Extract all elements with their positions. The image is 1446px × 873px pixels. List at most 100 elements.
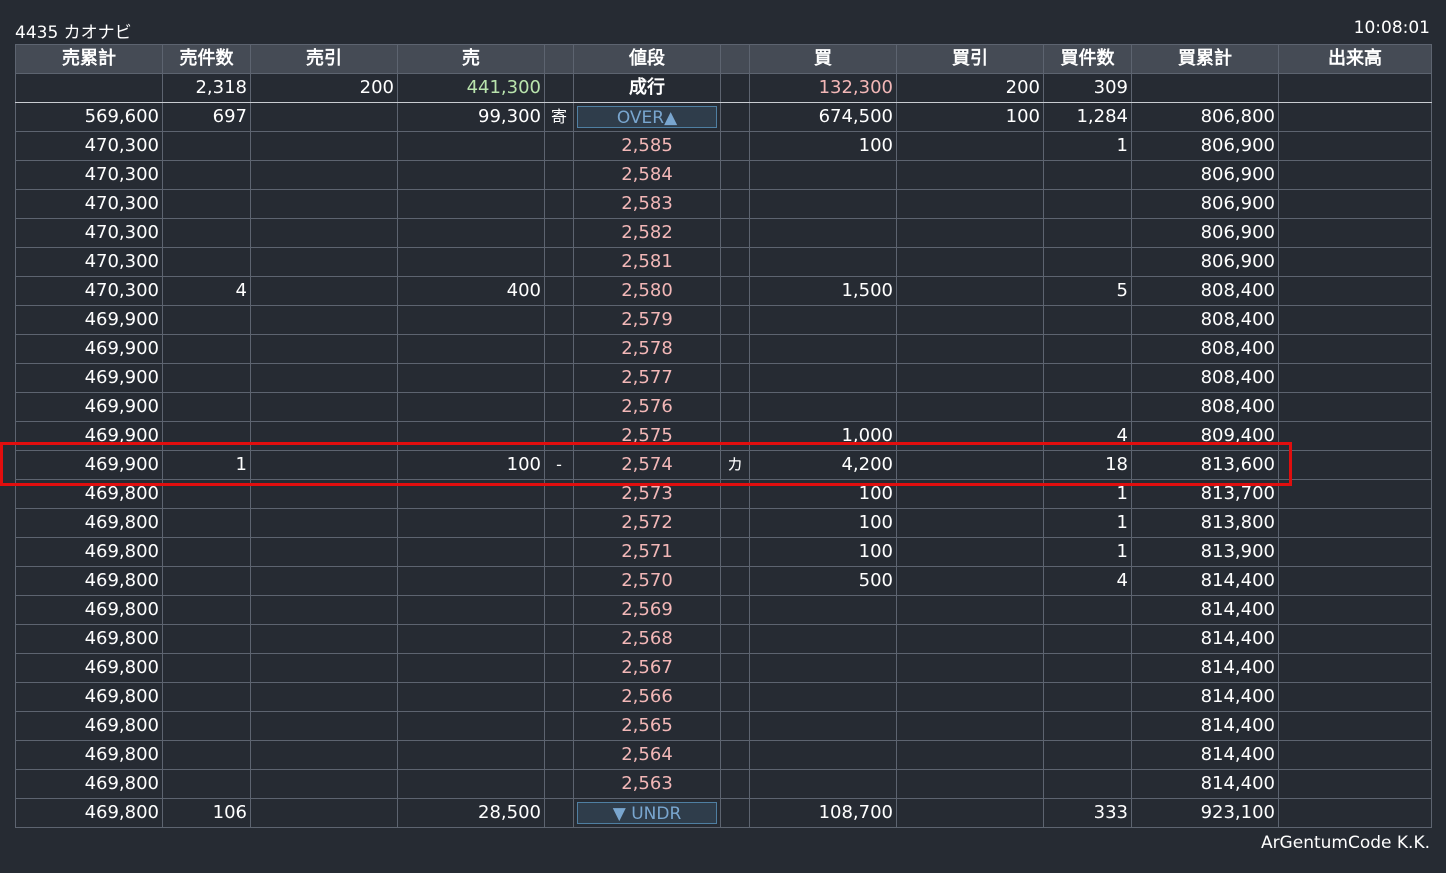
- price-cell[interactable]: 2,571: [573, 537, 721, 567]
- market-buy-qty[interactable]: 132,300: [749, 73, 897, 103]
- sell-qty-cell[interactable]: 400: [397, 276, 545, 306]
- buy-qty-cell[interactable]: [749, 218, 897, 248]
- buy-qty-cell[interactable]: [749, 392, 897, 422]
- buy-qty-cell[interactable]: 1,000: [749, 421, 897, 451]
- price-cell[interactable]: 2,575: [573, 421, 721, 451]
- col-sell[interactable]: 売: [397, 44, 545, 74]
- buy-count-cell: 5: [1043, 276, 1132, 306]
- volume-cell: [1278, 363, 1432, 393]
- col-sell-draw[interactable]: 売引: [250, 44, 398, 74]
- over-buy-qty[interactable]: 674,500: [749, 102, 897, 132]
- sell-qty-cell[interactable]: [397, 363, 545, 393]
- sell-qty-cell[interactable]: [397, 711, 545, 741]
- buy-qty-cell[interactable]: 100: [749, 508, 897, 538]
- price-cell[interactable]: 2,577: [573, 363, 721, 393]
- price-cell[interactable]: 2,570: [573, 566, 721, 596]
- sell-qty-cell[interactable]: [397, 537, 545, 567]
- price-cell[interactable]: 2,574: [573, 450, 721, 480]
- buy-qty-cell[interactable]: [749, 595, 897, 625]
- buy-qty-cell[interactable]: 100: [749, 131, 897, 161]
- buy-qty-cell[interactable]: [749, 334, 897, 364]
- market-sell-qty[interactable]: 441,300: [397, 73, 545, 103]
- over-sell-qty[interactable]: 99,300: [397, 102, 545, 132]
- sell-qty-cell[interactable]: [397, 247, 545, 277]
- sell-qty-cell[interactable]: [397, 131, 545, 161]
- sell-cumulative-cell: 469,900: [15, 421, 163, 451]
- price-cell[interactable]: 2,583: [573, 189, 721, 219]
- buy-qty-cell[interactable]: [749, 363, 897, 393]
- price-cell[interactable]: 2,572: [573, 508, 721, 538]
- buy-qty-cell[interactable]: 500: [749, 566, 897, 596]
- sell-qty-cell[interactable]: 100: [397, 450, 545, 480]
- col-price[interactable]: 値段: [573, 44, 721, 74]
- sell-draw-cell: [250, 334, 398, 364]
- col-buy-cumulative[interactable]: 買累計: [1131, 44, 1279, 74]
- col-buy-draw[interactable]: 買引: [896, 44, 1044, 74]
- buy-qty-cell[interactable]: [749, 624, 897, 654]
- buy-qty-cell[interactable]: [749, 247, 897, 277]
- sell-qty-cell[interactable]: [397, 218, 545, 248]
- buy-flag-cell: [720, 508, 750, 538]
- sell-qty-cell[interactable]: [397, 305, 545, 335]
- over-row: 569,600 697 99,300 寄 OVER▲ 674,500 100 1…: [15, 102, 1432, 132]
- price-cell[interactable]: 2,564: [573, 740, 721, 770]
- sell-qty-cell[interactable]: [397, 421, 545, 451]
- sell-qty-cell[interactable]: [397, 508, 545, 538]
- sell-qty-cell[interactable]: [397, 189, 545, 219]
- under-sell-qty[interactable]: 28,500: [397, 798, 545, 828]
- price-cell[interactable]: 2,585: [573, 131, 721, 161]
- sell-qty-cell[interactable]: [397, 769, 545, 799]
- price-cell[interactable]: 2,579: [573, 305, 721, 335]
- sell-qty-cell[interactable]: [397, 624, 545, 654]
- sell-qty-cell[interactable]: [397, 653, 545, 683]
- price-cell[interactable]: 2,582: [573, 218, 721, 248]
- price-cell[interactable]: 2,578: [573, 334, 721, 364]
- sell-qty-cell[interactable]: [397, 334, 545, 364]
- buy-qty-cell[interactable]: 100: [749, 479, 897, 509]
- sell-qty-cell[interactable]: [397, 160, 545, 190]
- market-price-label[interactable]: 成行: [573, 73, 721, 103]
- col-sell-count[interactable]: 売件数: [162, 44, 251, 74]
- over-button[interactable]: OVER▲: [577, 106, 717, 128]
- price-cell[interactable]: 2,581: [573, 247, 721, 277]
- buy-qty-cell[interactable]: [749, 769, 897, 799]
- buy-qty-cell[interactable]: [749, 740, 897, 770]
- sell-cumulative-cell: 469,800: [15, 740, 163, 770]
- sell-cumulative-cell: 470,300: [15, 131, 163, 161]
- buy-qty-cell[interactable]: 1,500: [749, 276, 897, 306]
- price-cell[interactable]: 2,573: [573, 479, 721, 509]
- price-cell[interactable]: 2,563: [573, 769, 721, 799]
- price-cell[interactable]: 2,569: [573, 595, 721, 625]
- buy-qty-cell[interactable]: [749, 189, 897, 219]
- sell-qty-cell[interactable]: [397, 595, 545, 625]
- col-sell-cumulative[interactable]: 売累計: [15, 44, 163, 74]
- buy-qty-cell[interactable]: 100: [749, 537, 897, 567]
- col-buy-count[interactable]: 買件数: [1043, 44, 1132, 74]
- buy-qty-cell[interactable]: [749, 653, 897, 683]
- price-cell[interactable]: 2,580: [573, 276, 721, 306]
- under-buy-qty[interactable]: 108,700: [749, 798, 897, 828]
- under-button[interactable]: ▼ UNDR: [577, 802, 717, 824]
- col-buy[interactable]: 買: [749, 44, 897, 74]
- buy-qty-cell[interactable]: [749, 160, 897, 190]
- sell-flag-cell: [544, 363, 574, 393]
- buy-qty-cell[interactable]: [749, 305, 897, 335]
- volume-cell: [1278, 450, 1432, 480]
- sell-count-cell: 1: [162, 450, 251, 480]
- sell-qty-cell[interactable]: [397, 740, 545, 770]
- sell-qty-cell[interactable]: [397, 479, 545, 509]
- price-cell[interactable]: 2,576: [573, 392, 721, 422]
- col-volume[interactable]: 出来高: [1278, 44, 1432, 74]
- price-cell[interactable]: 2,565: [573, 711, 721, 741]
- price-cell[interactable]: 2,566: [573, 682, 721, 712]
- sell-qty-cell[interactable]: [397, 566, 545, 596]
- price-cell[interactable]: 2,568: [573, 624, 721, 654]
- buy-qty-cell[interactable]: 4,200: [749, 450, 897, 480]
- price-cell[interactable]: 2,567: [573, 653, 721, 683]
- buy-qty-cell[interactable]: [749, 711, 897, 741]
- price-row: 469,800 2,564 814,400: [15, 740, 1432, 770]
- sell-qty-cell[interactable]: [397, 392, 545, 422]
- sell-qty-cell[interactable]: [397, 682, 545, 712]
- buy-qty-cell[interactable]: [749, 682, 897, 712]
- price-cell[interactable]: 2,584: [573, 160, 721, 190]
